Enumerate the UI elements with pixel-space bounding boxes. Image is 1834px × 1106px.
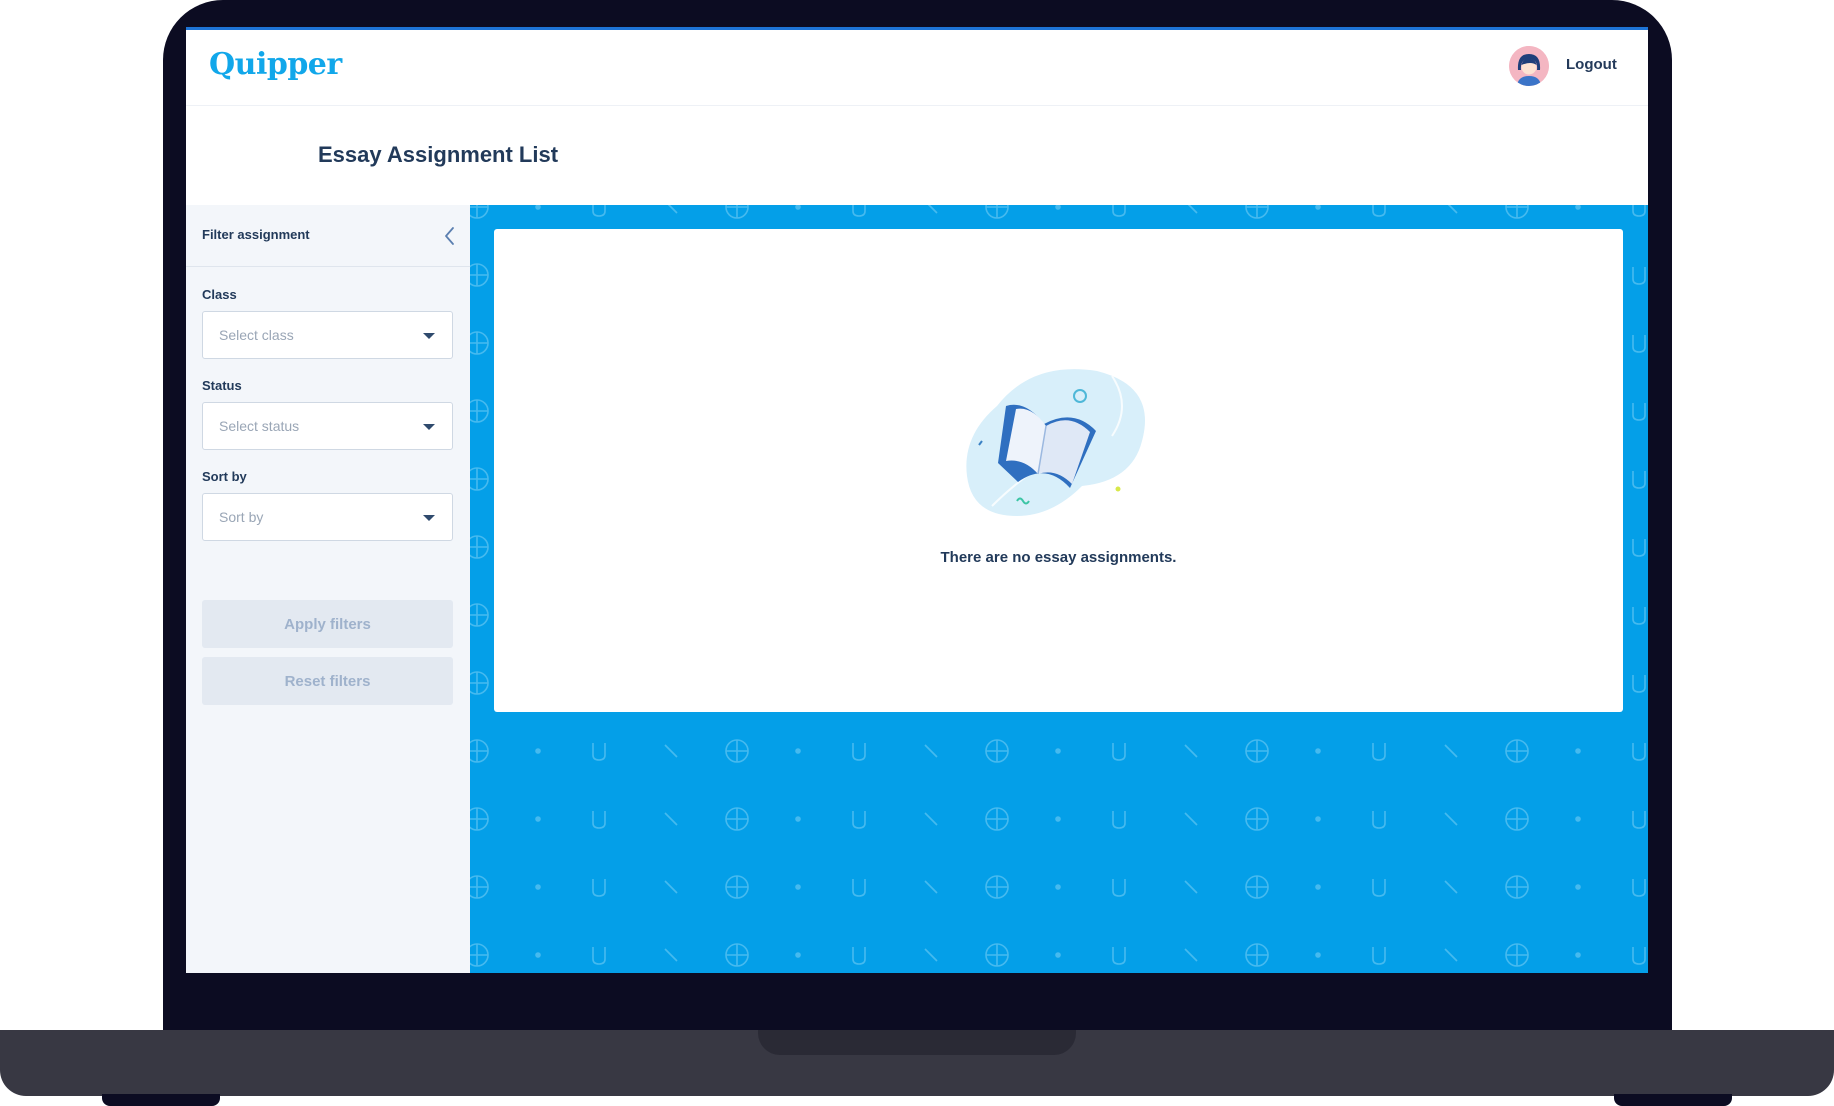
filter-sidebar: Filter assignment Class Select class Sta…: [186, 205, 471, 973]
reset-filters-button[interactable]: Reset filters: [202, 657, 453, 705]
caret-down-icon: [423, 424, 435, 430]
sort-select[interactable]: Sort by: [202, 493, 453, 541]
avatar[interactable]: [1509, 46, 1549, 86]
chevron-left-icon: [445, 227, 454, 245]
main-content: There are no essay assignments.: [470, 205, 1648, 973]
sidebar-header: Filter assignment: [186, 205, 470, 267]
brand-logo[interactable]: Quipper: [209, 47, 342, 82]
filter-title: Filter assignment: [202, 227, 310, 242]
empty-state-message: There are no essay assignments.: [940, 549, 1177, 566]
logout-button[interactable]: Logout: [1566, 56, 1617, 73]
caret-down-icon: [423, 515, 435, 521]
status-label: Status: [202, 378, 242, 393]
class-select-placeholder: Select class: [219, 327, 294, 343]
page-title: Essay Assignment List: [318, 142, 559, 167]
open-book-icon: [966, 369, 1145, 516]
empty-state-card: There are no essay assignments.: [494, 229, 1623, 712]
apply-filters-button[interactable]: Apply filters: [202, 600, 453, 648]
status-select[interactable]: Select status: [202, 402, 453, 450]
class-select[interactable]: Select class: [202, 311, 453, 359]
laptop-notch: [758, 1030, 1076, 1055]
sort-select-placeholder: Sort by: [219, 509, 264, 525]
class-label: Class: [202, 287, 237, 302]
collapse-sidebar-button[interactable]: [440, 225, 460, 247]
laptop-foot: [1614, 1094, 1732, 1106]
user-avatar-icon: [1509, 46, 1549, 86]
laptop-foot: [102, 1094, 220, 1106]
app-screen: Quipper Logout Essay Assignment List Fil…: [186, 27, 1648, 973]
caret-down-icon: [423, 333, 435, 339]
top-bar: Quipper Logout: [186, 30, 1648, 106]
sort-label: Sort by: [202, 469, 247, 484]
status-select-placeholder: Select status: [219, 418, 300, 434]
